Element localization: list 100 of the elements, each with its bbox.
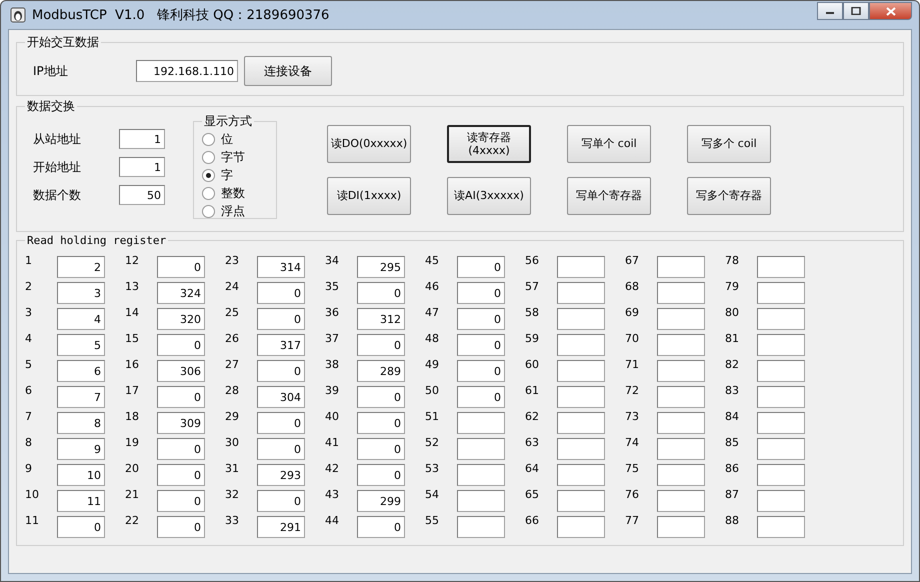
register-field[interactable] [557,334,605,356]
register-field[interactable]: 0 [157,490,205,512]
action-button[interactable]: 写单个寄存器 [567,177,651,215]
register-field[interactable]: 0 [357,386,405,408]
register-field[interactable]: 0 [157,386,205,408]
register-field[interactable] [557,490,605,512]
register-field[interactable] [457,464,505,486]
register-field[interactable] [557,412,605,434]
register-field[interactable] [757,516,805,538]
register-field[interactable]: 0 [357,464,405,486]
radio-button[interactable] [202,168,215,182]
input-field[interactable]: 1 [119,157,165,177]
radio-button[interactable] [202,150,215,164]
register-field[interactable] [757,464,805,486]
register-field[interactable]: 0 [157,256,205,278]
register-field[interactable] [757,438,805,460]
register-field[interactable]: 320 [157,308,205,330]
register-field[interactable]: 8 [57,412,105,434]
register-field[interactable] [657,412,705,434]
register-field[interactable]: 11 [57,490,105,512]
input-field[interactable]: 50 [119,185,165,205]
register-field[interactable]: 0 [157,438,205,460]
register-field[interactable] [457,490,505,512]
register-field[interactable]: 0 [457,282,505,304]
register-field[interactable]: 0 [257,412,305,434]
register-field[interactable] [557,256,605,278]
register-field[interactable]: 0 [257,490,305,512]
register-field[interactable]: 289 [357,360,405,382]
action-button[interactable]: 读AI(3xxxxx) [447,177,531,215]
action-button[interactable]: 读DO(0xxxxx) [327,125,411,163]
register-field[interactable] [757,490,805,512]
register-field[interactable] [657,490,705,512]
register-field[interactable]: 0 [357,282,405,304]
register-field[interactable] [757,334,805,356]
register-field[interactable]: 312 [357,308,405,330]
register-field[interactable]: 299 [357,490,405,512]
register-field[interactable] [757,386,805,408]
register-field[interactable]: 0 [257,438,305,460]
register-field[interactable]: 317 [257,334,305,356]
register-field[interactable] [457,412,505,434]
register-field[interactable] [657,386,705,408]
register-field[interactable]: 0 [457,386,505,408]
register-field[interactable] [757,282,805,304]
register-field[interactable]: 0 [457,256,505,278]
register-field[interactable]: 0 [257,282,305,304]
register-field[interactable]: 4 [57,308,105,330]
register-field[interactable]: 0 [57,516,105,538]
register-field[interactable]: 0 [357,516,405,538]
register-field[interactable]: 295 [357,256,405,278]
register-field[interactable] [557,386,605,408]
register-field[interactable] [757,256,805,278]
register-field[interactable] [557,308,605,330]
action-button[interactable]: 读DI(1xxxx) [327,177,411,215]
register-field[interactable] [657,438,705,460]
register-field[interactable]: 3 [57,282,105,304]
register-field[interactable] [557,360,605,382]
register-field[interactable]: 6 [57,360,105,382]
minimize-button[interactable] [817,2,843,20]
register-field[interactable] [657,256,705,278]
register-field[interactable] [657,282,705,304]
action-button[interactable]: 写多个 coil [687,125,771,163]
radio-button[interactable] [202,204,215,218]
register-field[interactable]: 0 [457,334,505,356]
action-button[interactable]: 写单个 coil [567,125,651,163]
ip-field[interactable]: 192.168.1.110 [136,60,238,82]
action-button[interactable]: 写多个寄存器 [687,177,771,215]
register-field[interactable]: 0 [457,360,505,382]
register-field[interactable]: 0 [257,308,305,330]
register-field[interactable] [657,516,705,538]
register-field[interactable]: 0 [257,360,305,382]
register-field[interactable]: 7 [57,386,105,408]
register-field[interactable]: 304 [257,386,305,408]
close-button[interactable] [869,2,912,20]
register-field[interactable] [457,516,505,538]
register-field[interactable] [657,360,705,382]
action-button[interactable]: 读寄存器 (4xxxx) [447,125,531,163]
input-field[interactable]: 1 [119,129,165,149]
register-field[interactable]: 291 [257,516,305,538]
register-field[interactable]: 314 [257,256,305,278]
register-field[interactable] [557,464,605,486]
register-field[interactable]: 10 [57,464,105,486]
register-field[interactable]: 293 [257,464,305,486]
register-field[interactable]: 0 [357,334,405,356]
register-field[interactable]: 0 [157,334,205,356]
register-field[interactable] [457,438,505,460]
register-field[interactable] [657,334,705,356]
register-field[interactable] [757,308,805,330]
maximize-button[interactable] [843,2,869,20]
register-field[interactable] [557,516,605,538]
register-field[interactable] [657,308,705,330]
register-field[interactable]: 9 [57,438,105,460]
register-field[interactable]: 5 [57,334,105,356]
register-field[interactable]: 306 [157,360,205,382]
register-field[interactable] [657,464,705,486]
register-field[interactable]: 324 [157,282,205,304]
register-field[interactable]: 2 [57,256,105,278]
register-field[interactable]: 0 [457,308,505,330]
register-field[interactable] [557,282,605,304]
register-field[interactable]: 309 [157,412,205,434]
connect-button[interactable]: 连接设备 [244,56,332,86]
